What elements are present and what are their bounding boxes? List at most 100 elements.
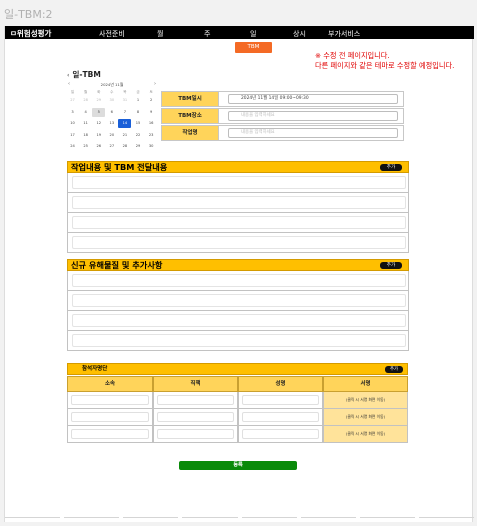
- tbm-date-row: TBM일시 2024년 11월 14일 09:00~09:30: [161, 91, 404, 107]
- calendar-day[interactable]: 31: [118, 96, 131, 105]
- hazard-input[interactable]: [72, 334, 406, 347]
- calendar-dow: 목: [123, 90, 127, 94]
- calendar-header: ‹ 2024년 11월 ›: [66, 81, 158, 88]
- calendar-day[interactable]: 6: [105, 108, 118, 117]
- calendar-day[interactable]: 24: [66, 142, 79, 151]
- calendar-dow: 금: [136, 90, 140, 94]
- calendar-day[interactable]: 30: [145, 142, 158, 151]
- calendar-dow-row: 일 월 화 수 목 금 토: [66, 89, 158, 96]
- hazard-input[interactable]: [72, 294, 406, 307]
- calendar-day[interactable]: 7: [118, 108, 131, 117]
- work-content-input[interactable]: [72, 176, 406, 189]
- position-cell: [153, 409, 238, 426]
- signature-cell[interactable]: (클릭 시 서명 화면 이동): [323, 392, 408, 409]
- nav-item-extra[interactable]: 부가서비스: [328, 29, 360, 39]
- affiliation-input[interactable]: [71, 412, 149, 422]
- add-hazard-button[interactable]: 추가: [380, 262, 402, 269]
- calendar-month-title: 2024년 11월: [100, 82, 124, 87]
- col-position: 직책: [153, 376, 238, 392]
- calendar-day[interactable]: 1: [131, 96, 144, 105]
- name-input[interactable]: [242, 395, 319, 405]
- tab-tbm[interactable]: TBM: [235, 42, 272, 53]
- nav-item-prep[interactable]: 사전준비: [99, 29, 125, 39]
- hazard-input[interactable]: [72, 314, 406, 327]
- attendee-row: (클릭 시 서명 화면 이동): [67, 426, 408, 443]
- calendar-day[interactable]: 21: [118, 131, 131, 140]
- calendar-dow: 수: [110, 90, 114, 94]
- chevron-left-icon[interactable]: ‹: [68, 81, 70, 87]
- work-content-input[interactable]: [72, 236, 406, 249]
- col-signature: 서명: [323, 376, 408, 392]
- work-content-row: [67, 233, 409, 253]
- position-cell: [153, 392, 238, 409]
- signature-cell[interactable]: (클릭 시 서명 화면 이동): [323, 409, 408, 426]
- chevron-right-icon[interactable]: ›: [154, 81, 156, 87]
- work-content-input[interactable]: [72, 196, 406, 209]
- affiliation-input[interactable]: [71, 429, 149, 439]
- hazard-row: [67, 271, 409, 291]
- name-input[interactable]: [242, 429, 319, 439]
- position-input[interactable]: [157, 429, 234, 439]
- calendar-day[interactable]: 30: [105, 96, 118, 105]
- calendar-day[interactable]: 23: [145, 131, 158, 140]
- submit-button[interactable]: 등록: [179, 461, 297, 470]
- add-work-button[interactable]: 추가: [380, 164, 402, 171]
- calendar-day[interactable]: 14: [118, 119, 132, 128]
- affiliation-cell: [67, 392, 153, 409]
- page-title: ‹ 일-TBM: [67, 69, 101, 80]
- calendar-day[interactable]: 16: [145, 119, 158, 128]
- calendar-day[interactable]: 22: [131, 131, 144, 140]
- calendar-day[interactable]: 28: [79, 96, 92, 105]
- position-input[interactable]: [157, 412, 234, 422]
- calendar-day[interactable]: 20: [105, 131, 118, 140]
- calendar-day[interactable]: 12: [92, 119, 105, 128]
- add-attendee-button[interactable]: 추가: [385, 366, 403, 373]
- calendar-day[interactable]: 9: [145, 108, 158, 117]
- calendar-day[interactable]: 5: [92, 107, 106, 117]
- tbm-work-label: 작업명: [162, 126, 219, 140]
- brand-link[interactable]: ㅁ위험성평가: [10, 28, 51, 39]
- nav-item-day[interactable]: 일: [250, 29, 256, 39]
- calendar-day[interactable]: 15: [131, 119, 144, 128]
- chevron-left-icon[interactable]: ‹: [67, 72, 69, 79]
- nav-item-always[interactable]: 상시: [293, 29, 306, 39]
- page: ㅁ위험성평가 사전준비 월 주 일 상시 부가서비스 TBM ※ 수정 전 페이…: [4, 26, 474, 522]
- position-input[interactable]: [157, 395, 234, 405]
- work-content-input[interactable]: [72, 216, 406, 229]
- calendar-day[interactable]: 17: [66, 131, 79, 140]
- tbm-date-field[interactable]: 2024년 11월 14일 09:00~09:30: [228, 94, 398, 104]
- footer-divider: [5, 517, 474, 519]
- calendar-day[interactable]: 13: [105, 119, 118, 128]
- tbm-place-field[interactable]: 내용을 입력하세요: [228, 111, 398, 121]
- calendar-dow: 화: [97, 90, 101, 94]
- calendar-day[interactable]: 27: [66, 96, 79, 105]
- calendar-day[interactable]: 25: [79, 142, 92, 151]
- name-input[interactable]: [242, 412, 319, 422]
- calendar-day[interactable]: 10: [66, 119, 79, 128]
- hazard-row: [67, 331, 409, 351]
- calendar-day[interactable]: 28: [118, 142, 131, 151]
- calendar-day[interactable]: 4: [79, 108, 92, 117]
- calendar-day[interactable]: 29: [92, 96, 105, 105]
- calendar-day[interactable]: 18: [79, 131, 92, 140]
- tbm-place-row: TBM장소 내용을 입력하세요: [161, 108, 404, 124]
- tbm-work-field[interactable]: 내용을 입력하세요: [228, 128, 398, 138]
- notice-line-2: 다른 페이지와 같은 테마로 수정할 예정입니다.: [315, 61, 455, 70]
- tbm-place-label: TBM장소: [162, 109, 219, 123]
- attendee-table-header: 소속 직책 성명 서명: [67, 376, 408, 392]
- signature-cell[interactable]: (클릭 시 서명 화면 이동): [323, 426, 408, 443]
- calendar-dow: 토: [149, 90, 153, 94]
- calendar-day[interactable]: 2: [145, 96, 158, 105]
- nav-item-month[interactable]: 월: [157, 29, 163, 39]
- calendar-day[interactable]: 26: [92, 142, 105, 151]
- work-content-row: [67, 213, 409, 233]
- calendar-day[interactable]: 11: [79, 119, 92, 128]
- calendar-day[interactable]: 8: [131, 108, 144, 117]
- hazard-input[interactable]: [72, 274, 406, 287]
- calendar-day[interactable]: 27: [105, 142, 118, 151]
- nav-item-week[interactable]: 주: [204, 29, 210, 39]
- affiliation-input[interactable]: [71, 395, 149, 405]
- calendar-day[interactable]: 3: [66, 108, 79, 117]
- calendar-day[interactable]: 29: [131, 142, 144, 151]
- calendar-day[interactable]: 19: [92, 131, 105, 140]
